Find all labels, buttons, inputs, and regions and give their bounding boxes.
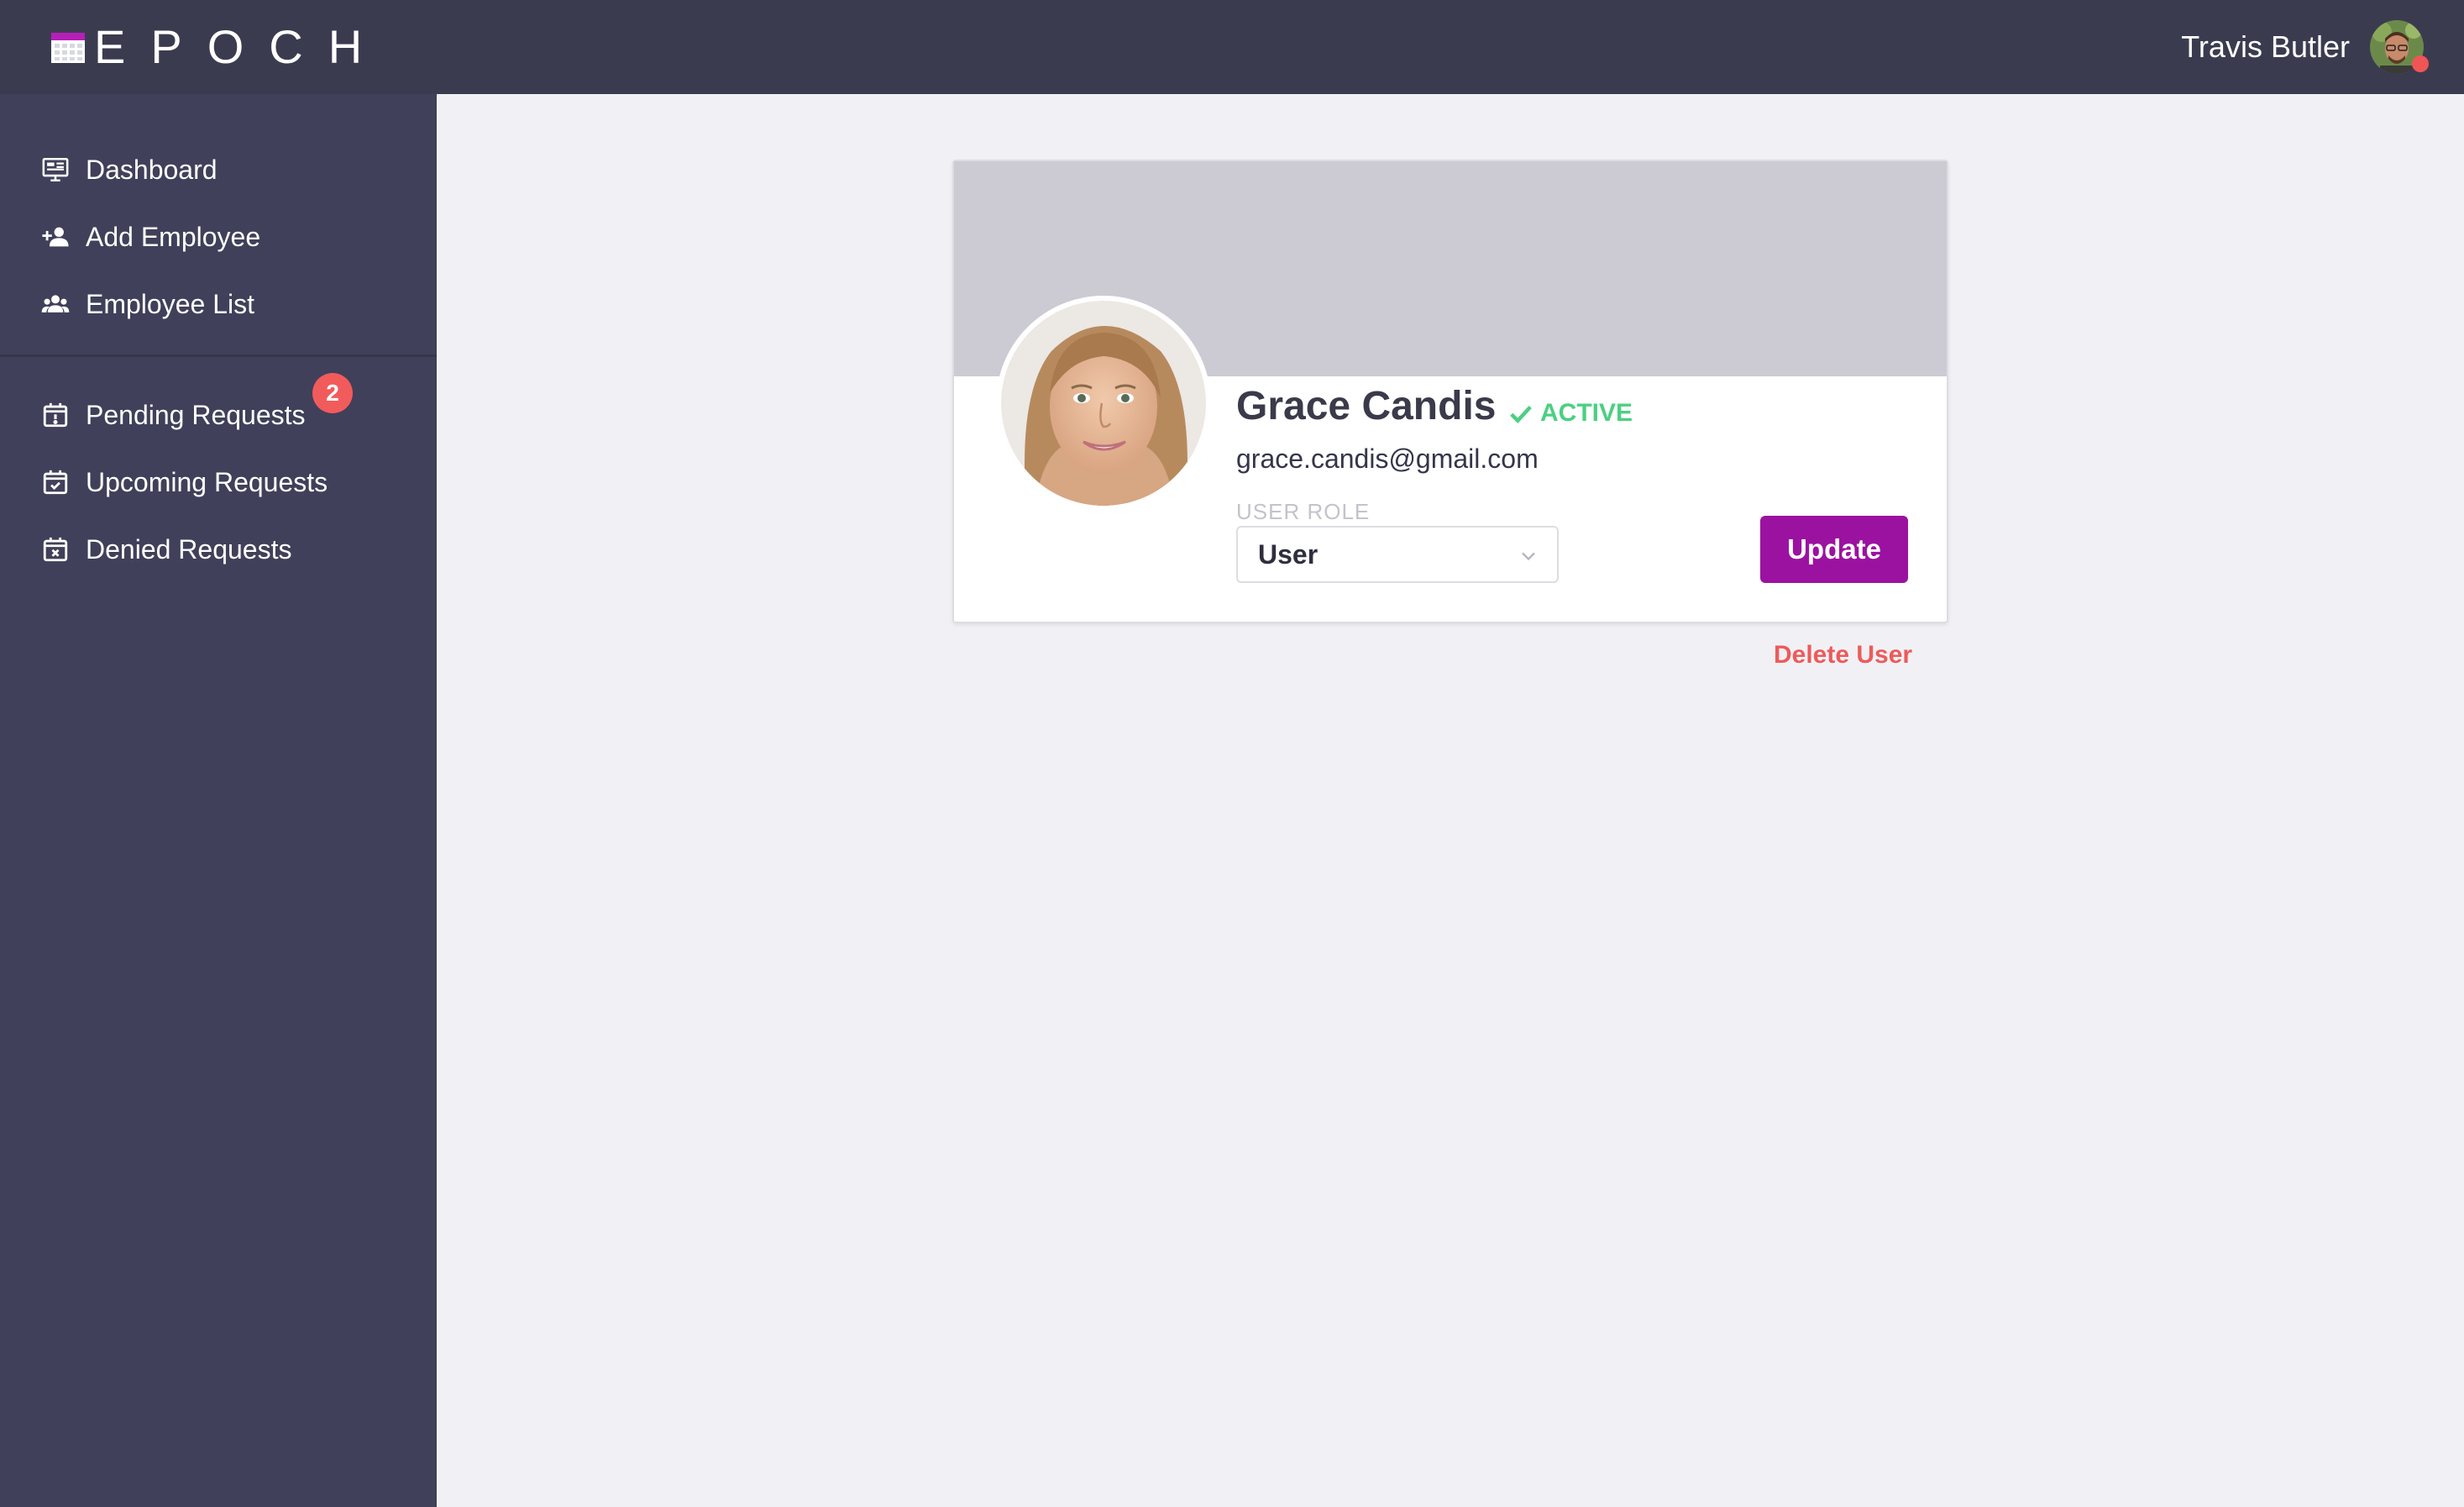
- status-badge: ACTIVE: [1508, 396, 1633, 430]
- pending-count-badge: 2: [312, 373, 353, 413]
- calendar-x-icon: [40, 534, 71, 564]
- status-text: ACTIVE: [1540, 399, 1633, 427]
- sidebar: Dashboard Add Employee Employee List Pen…: [0, 94, 437, 1507]
- top-bar: EPOCH Travis Butler: [0, 0, 2464, 94]
- chevron-down-icon: [1522, 552, 1535, 561]
- user-role-value: User: [1258, 538, 1319, 570]
- employee-profile-card: Grace Candis ACTIVE grace.candis@gmail.c…: [952, 160, 1948, 623]
- sidebar-item-employee-list[interactable]: Employee List: [0, 270, 437, 338]
- calendar-logo-icon: [50, 29, 86, 65]
- sidebar-item-label: Upcoming Requests: [86, 466, 328, 497]
- calendar-alert-icon: [40, 400, 71, 430]
- current-user-name[interactable]: Travis Butler: [2181, 29, 2350, 66]
- sidebar-requests-nav: Pending Requests 2 Upcoming Requests Den…: [0, 373, 437, 583]
- checkmark-icon: [1510, 405, 1532, 423]
- sidebar-item-upcoming-requests[interactable]: Upcoming Requests: [0, 449, 437, 516]
- sidebar-item-pending-requests[interactable]: Pending Requests 2: [0, 373, 437, 449]
- employee-email: grace.candis@gmail.com: [1236, 444, 1539, 474]
- user-role-label: USER ROLE: [1236, 499, 1371, 524]
- app-logo[interactable]: EPOCH: [50, 24, 387, 71]
- sidebar-item-dashboard[interactable]: Dashboard: [0, 136, 437, 203]
- sidebar-item-label: Dashboard: [86, 154, 218, 185]
- user-avatar[interactable]: [2370, 20, 2429, 74]
- delete-user-link[interactable]: Delete User: [1774, 638, 1912, 672]
- employee-name: Grace Candis: [1236, 384, 1497, 428]
- user-role-select[interactable]: User: [1236, 526, 1559, 583]
- profile-photo: [996, 296, 1211, 511]
- calendar-check-icon: [40, 467, 71, 497]
- add-person-icon: [40, 222, 71, 252]
- sidebar-item-label: Employee List: [86, 288, 254, 319]
- sidebar-primary-nav: Dashboard Add Employee Employee List: [0, 136, 437, 338]
- sidebar-item-label: Denied Requests: [86, 533, 292, 564]
- sidebar-divider: [0, 354, 437, 357]
- update-button[interactable]: Update: [1760, 516, 1908, 583]
- sidebar-item-denied-requests[interactable]: Denied Requests: [0, 516, 437, 583]
- sidebar-item-add-employee[interactable]: Add Employee: [0, 203, 437, 270]
- dashboard-icon: [40, 155, 71, 185]
- logo-text: EPOCH: [94, 20, 388, 73]
- user-status-dot: [2412, 55, 2429, 72]
- sidebar-item-label: Add Employee: [86, 221, 261, 252]
- sidebar-item-label: Pending Requests: [86, 399, 306, 430]
- people-icon: [40, 289, 71, 319]
